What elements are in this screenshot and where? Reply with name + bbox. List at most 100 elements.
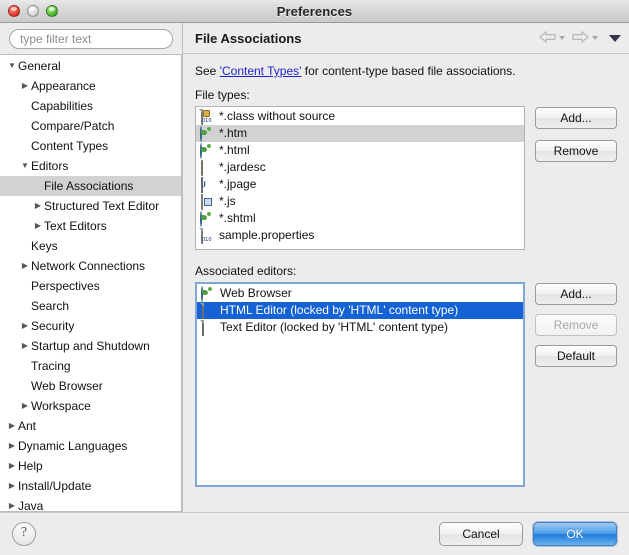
- list-item[interactable]: *.htm: [196, 125, 524, 142]
- list-item[interactable]: *.js: [196, 193, 524, 210]
- dialog-content: ▼General▶Appearance Capabilities Compare…: [0, 23, 629, 512]
- sidebar-item-dynamic-languages[interactable]: ▶ Dynamic Languages: [0, 436, 181, 456]
- sidebar-item-label: File Associations: [44, 179, 134, 193]
- content-types-link[interactable]: 'Content Types': [220, 64, 302, 78]
- sidebar-item-structured-text-editor[interactable]: ▶ Structured Text Editor: [0, 196, 181, 216]
- class-file-icon: 010: [199, 108, 215, 125]
- sidebar-item-security[interactable]: ▶ Security: [0, 316, 181, 336]
- chevron-right-icon[interactable]: ▶: [6, 496, 18, 511]
- sidebar-item-appearance[interactable]: ▶ Appearance: [0, 76, 181, 96]
- sidebar-item-tracing[interactable]: Tracing: [0, 356, 181, 376]
- list-item-label: sample.properties: [219, 228, 315, 242]
- file-types-label: File types:: [195, 88, 250, 102]
- file-types-list[interactable]: 010 *.class without source *.htm *.html *.ja…: [195, 106, 525, 250]
- html-editor-icon: [200, 302, 216, 319]
- sidebar-item-search[interactable]: Search: [0, 296, 181, 316]
- window-titlebar: Preferences: [0, 0, 629, 23]
- list-item[interactable]: *.jpage: [196, 176, 524, 193]
- associated-editors-list[interactable]: Web Browser HTML Editor (locked by 'HTML'…: [195, 282, 525, 487]
- chevron-down-icon[interactable]: ▼: [19, 156, 31, 176]
- associated-editors-buttons: Add... Remove Default: [535, 282, 617, 487]
- chevron-right-icon[interactable]: ▶: [19, 396, 31, 416]
- view-menu-triangle-icon[interactable]: [609, 34, 621, 42]
- sidebar-item-label: Search: [31, 299, 70, 313]
- sidebar-item-text-editors[interactable]: ▶ Text Editors: [0, 216, 181, 236]
- sidebar-item-general[interactable]: ▼ General: [0, 56, 181, 76]
- editors-default-button[interactable]: Default: [535, 345, 617, 367]
- globe-icon: [199, 125, 215, 142]
- sidebar-item-network-connections[interactable]: ▶ Network Connections: [0, 256, 181, 276]
- sidebar-item-content-types[interactable]: Content Types: [0, 136, 181, 156]
- sidebar-item-capabilities[interactable]: Capabilities: [0, 96, 181, 116]
- search-input[interactable]: [9, 29, 173, 49]
- chevron-right-icon[interactable]: ▶: [6, 436, 18, 456]
- sidebar-item-install-update[interactable]: ▶ Install/Update: [0, 476, 181, 496]
- sidebar-item-label: Java: [18, 499, 44, 512]
- sidebar-item-label: Network Connections: [31, 259, 146, 273]
- sidebar-item-web-browser[interactable]: Web Browser: [0, 376, 181, 396]
- chevron-right-icon[interactable]: ▶: [6, 456, 18, 476]
- back-dropdown-icon[interactable]: [559, 36, 565, 40]
- sidebar-item-label: Compare/Patch: [31, 119, 115, 133]
- properties-file-icon: 010: [199, 227, 215, 244]
- help-icon[interactable]: ?: [12, 522, 36, 546]
- sidebar-item-label: General: [18, 59, 61, 73]
- list-item[interactable]: *.shtml: [196, 210, 524, 227]
- chevron-right-icon[interactable]: ▶: [19, 256, 31, 276]
- sidebar-item-help[interactable]: ▶ Help: [0, 456, 181, 476]
- list-item[interactable]: HTML Editor (locked by 'HTML' content ty…: [197, 302, 523, 319]
- chevron-right-icon[interactable]: ▶: [6, 476, 18, 496]
- sidebar-item-label: Dynamic Languages: [18, 439, 128, 453]
- list-item[interactable]: 010 sample.properties: [196, 227, 524, 244]
- zoom-button[interactable]: [46, 5, 58, 17]
- file-types-section: 010 *.class without source *.htm *.html *.ja…: [195, 106, 617, 250]
- file-types-remove-button[interactable]: Remove: [535, 140, 617, 162]
- list-item[interactable]: *.jardesc: [196, 159, 524, 176]
- list-item-label: *.shtml: [219, 211, 256, 225]
- list-item[interactable]: Web Browser: [197, 285, 523, 302]
- sidebar-item-workspace[interactable]: ▶ Workspace: [0, 396, 181, 416]
- editors-remove-button: Remove: [535, 314, 617, 336]
- sidebar-item-startup-and-shutdown[interactable]: ▶ Startup and Shutdown: [0, 336, 181, 356]
- ok-button[interactable]: OK: [533, 522, 617, 546]
- sidebar-item-compare-patch[interactable]: Compare/Patch: [0, 116, 181, 136]
- sidebar-item-perspectives[interactable]: Perspectives: [0, 276, 181, 296]
- minimize-button[interactable]: [27, 5, 39, 17]
- chevron-down-icon[interactable]: ▼: [6, 56, 18, 76]
- back-arrow-icon[interactable]: [539, 30, 556, 46]
- globe-icon: [200, 285, 216, 302]
- sidebar-item-editors[interactable]: ▼ Editors: [0, 156, 181, 176]
- file-types-add-button[interactable]: Add...: [535, 107, 617, 129]
- preferences-tree[interactable]: ▼ General ▶ Appearance Capabilities Compare…: [0, 54, 182, 512]
- cancel-button[interactable]: Cancel: [439, 522, 523, 546]
- sidebar-item-file-associations[interactable]: File Associations: [0, 176, 181, 196]
- panel-body: See 'Content Types' for content-type bas…: [183, 54, 629, 512]
- window-controls: [8, 5, 58, 17]
- forward-arrow-icon[interactable]: [572, 30, 589, 46]
- chevron-right-icon[interactable]: ▶: [19, 336, 31, 356]
- preferences-main-panel: File Associations See 'Content Types' fo…: [182, 23, 629, 512]
- editors-add-button[interactable]: Add...: [535, 283, 617, 305]
- text-editor-icon: [200, 319, 216, 336]
- sidebar-item-java[interactable]: ▶ Java: [0, 496, 181, 512]
- chevron-right-icon[interactable]: ▶: [19, 76, 31, 96]
- list-item[interactable]: *.html: [196, 142, 524, 159]
- globe-icon: [199, 142, 215, 159]
- chevron-right-icon[interactable]: ▶: [6, 416, 18, 436]
- sidebar-item-label: Perspectives: [31, 279, 100, 293]
- sidebar-item-keys[interactable]: Keys: [0, 236, 181, 256]
- chevron-right-icon[interactable]: ▶: [19, 316, 31, 336]
- list-item[interactable]: 010 *.class without source: [196, 108, 524, 125]
- description-prefix: See: [195, 64, 220, 78]
- close-button[interactable]: [8, 5, 20, 17]
- sidebar-item-label: Tracing: [31, 359, 71, 373]
- forward-dropdown-icon[interactable]: [592, 36, 598, 40]
- sidebar-item-label: Keys: [31, 239, 58, 253]
- chevron-right-icon[interactable]: ▶: [32, 196, 44, 216]
- chevron-right-icon[interactable]: ▶: [32, 216, 44, 236]
- list-item[interactable]: Text Editor (locked by 'HTML' content ty…: [197, 319, 523, 336]
- sidebar-item-ant[interactable]: ▶ Ant: [0, 416, 181, 436]
